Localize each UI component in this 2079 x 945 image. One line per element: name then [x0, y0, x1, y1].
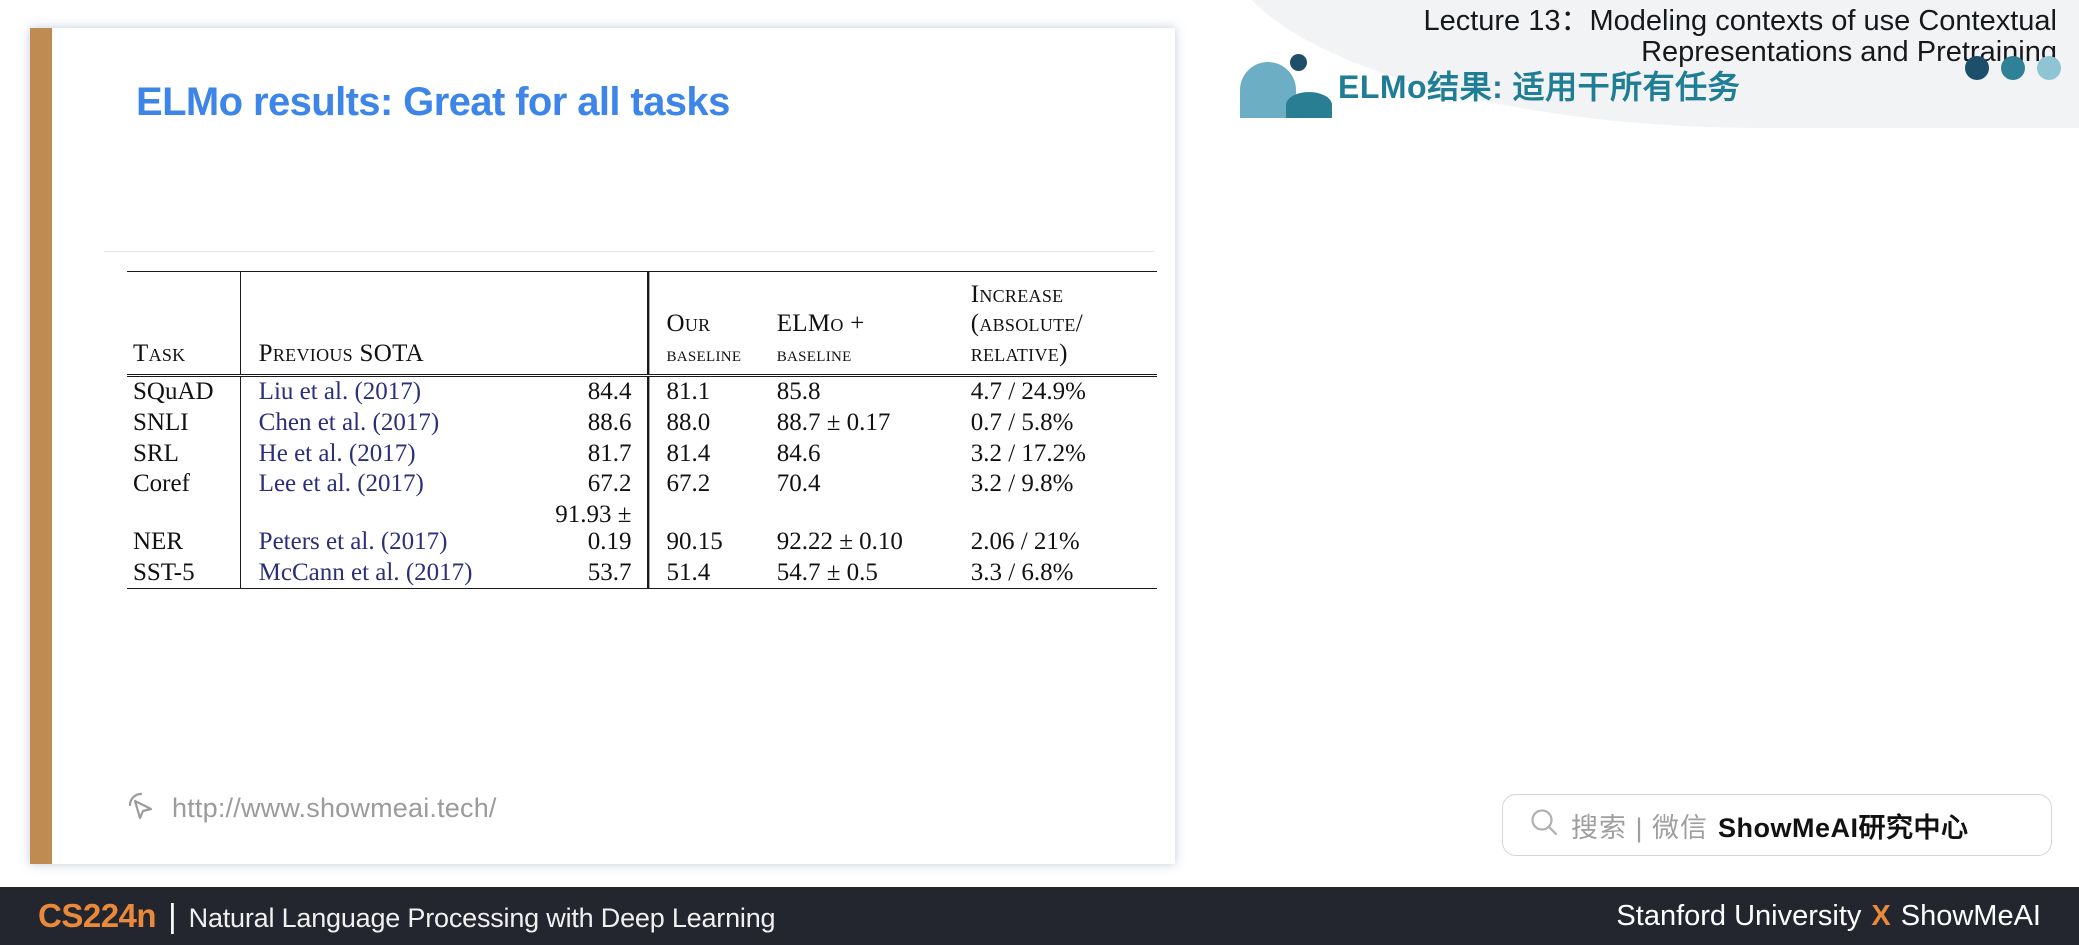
- table-row: SQuAD Liu et al. (2017) 84.4 81.1 85.8 4…: [127, 373, 1157, 408]
- cell-elmo-baseline: 92.22 ± 0.10: [776, 527, 903, 555]
- footer-x-mark: X: [1871, 899, 1891, 932]
- slide-body: ELMo results: Great for all tasks Task P…: [52, 28, 1175, 864]
- cell-sota-cite: He et al. (2017): [239, 438, 513, 470]
- cell-task: Coref: [133, 470, 190, 498]
- cell-our-baseline: 81.1: [647, 373, 777, 408]
- cell-our-baseline: 90.15: [647, 500, 777, 558]
- page-title: ELMo results: Great for all tasks: [136, 80, 730, 124]
- header-dot-1: [1965, 56, 1989, 80]
- title-divider: [104, 251, 1154, 252]
- cell-our-baseline: 81.4: [647, 438, 777, 470]
- cell-sota-cite: Chen et al. (2017): [239, 407, 513, 439]
- column-header-previous-sota: Previous SOTA: [239, 271, 513, 376]
- lecture-title: Lecture 13：Modeling contexts of use Cont…: [1423, 5, 2057, 69]
- header-dot-3: [2037, 56, 2061, 80]
- cell-sota-value: 81.7: [587, 439, 632, 467]
- footer-course-name: Natural Language Processing with Deep Le…: [188, 903, 776, 933]
- search-bar[interactable]: 搜索 | 微信 ShowMeAI研究中心: [1502, 794, 2052, 856]
- cell-sota-cite: Peters et al. (2017): [239, 500, 513, 558]
- cell-task: SNLI: [133, 408, 189, 436]
- table-row: SNLI Chen et al. (2017) 88.6 88.0 88.7 ±…: [127, 407, 1157, 439]
- cell-sota-cite: McCann et al. (2017): [239, 557, 513, 590]
- column-header-elmo-baseline: ELMo + baseline: [776, 271, 971, 376]
- cell-task: SQuAD: [127, 373, 241, 408]
- header-dot-2: [2001, 56, 2025, 80]
- results-table-wrapper: Task Previous SOTA Our baseline ELMo + b…: [127, 271, 1157, 590]
- header-dots: [1965, 56, 2061, 80]
- watermark-url: http://www.showmeai.tech/: [172, 793, 497, 823]
- footer-course-code: CS224n: [38, 897, 157, 934]
- cell-task: SST-5: [127, 557, 241, 590]
- footer-bar: CS224n | Natural Language Processing wit…: [0, 887, 2079, 945]
- footer-separator: |: [168, 897, 177, 934]
- cell-sota-cite: Liu et al. (2017): [239, 373, 513, 408]
- column-header-increase-line2: (absolute/: [970, 310, 1083, 337]
- footer-partner: ShowMeAI: [1900, 899, 2041, 932]
- cell-sota-value: 67.2: [587, 470, 632, 498]
- deco-dome-shape: [1286, 92, 1332, 118]
- table-row: NER Peters et al. (2017) 91.93 ± 0.19 90…: [127, 500, 1157, 558]
- cell-increase: 4.7 / 24.9%: [970, 373, 1157, 408]
- search-placeholder: 搜索 | 微信: [1571, 812, 1709, 843]
- footer-left: CS224n | Natural Language Processing wit…: [38, 897, 776, 935]
- slide-subtitle-cn: ELMo结果: 适用干所有任务: [1338, 69, 1741, 105]
- cell-sota-value: 53.7: [512, 557, 648, 590]
- cell-increase: 3.2 / 17.2%: [970, 439, 1086, 467]
- slide-accent-bar: [30, 28, 52, 864]
- table-header-row: Task Previous SOTA Our baseline ELMo + b…: [127, 271, 1157, 376]
- cell-increase: 0.7 / 5.8%: [970, 408, 1074, 436]
- table-row: Coref Lee et al. (2017) 67.2 67.2 70.4 3…: [127, 469, 1157, 500]
- column-header-elmo-line1: ELMo +: [776, 310, 865, 337]
- column-header-increase: Increase (absolute/ relative): [970, 271, 1157, 376]
- column-header-previous-sota-value: [512, 271, 648, 376]
- cell-our-baseline: 67.2: [647, 469, 777, 500]
- column-header-increase-line1: Increase: [970, 280, 1064, 308]
- cell-our-baseline: 88.0: [647, 407, 777, 439]
- cell-increase: 2.06 / 21%: [970, 527, 1080, 555]
- header-shape-decoration: [1240, 40, 1350, 118]
- cell-elmo-baseline: 84.6: [776, 439, 821, 467]
- column-header-elmo-line2: baseline: [776, 341, 852, 366]
- cell-sota-value: 91.93 ± 0.19: [555, 501, 632, 555]
- cell-elmo-baseline: 54.7 ± 0.5: [776, 557, 971, 590]
- cell-elmo-baseline: 88.7 ± 0.17: [776, 408, 891, 436]
- cursor-arrow-icon: [124, 789, 158, 828]
- footer-right: Stanford University X ShowMeAI: [1616, 900, 2041, 933]
- search-icon: [1527, 806, 1561, 845]
- deco-circle-icon: [1290, 54, 1307, 71]
- cell-sota-cite: Lee et al. (2017): [239, 469, 513, 500]
- footer-university: Stanford University: [1616, 899, 1862, 932]
- column-header-our-baseline: Our baseline: [647, 271, 777, 376]
- column-header-task: Task: [127, 271, 241, 376]
- slide-card: ELMo results: Great for all tasks Task P…: [30, 28, 1175, 864]
- cell-our-baseline: 51.4: [647, 557, 777, 590]
- cell-elmo-baseline: 85.8: [776, 373, 971, 408]
- column-header-increase-line3: relative): [970, 339, 1068, 367]
- cell-task: NER: [133, 527, 183, 555]
- table-row: SST-5 McCann et al. (2017) 53.7 51.4 54.…: [127, 557, 1157, 590]
- results-table: Task Previous SOTA Our baseline ELMo + b…: [127, 271, 1157, 590]
- table-row: SRL He et al. (2017) 81.7 81.4 84.6 3.2 …: [127, 438, 1157, 470]
- cell-increase: 3.3 / 6.8%: [970, 557, 1157, 590]
- watermark: http://www.showmeai.tech/: [124, 789, 497, 828]
- column-header-our-line1: Our: [666, 310, 711, 337]
- cell-increase: 3.2 / 9.8%: [970, 470, 1074, 498]
- cell-sota-value: 84.4: [512, 373, 648, 408]
- cell-elmo-baseline: 70.4: [776, 470, 821, 498]
- column-header-our-line2: baseline: [666, 341, 742, 366]
- cell-task: SRL: [133, 439, 179, 467]
- search-brand-label: ShowMeAI研究中心: [1718, 812, 1969, 843]
- cell-sota-value: 88.6: [587, 408, 632, 436]
